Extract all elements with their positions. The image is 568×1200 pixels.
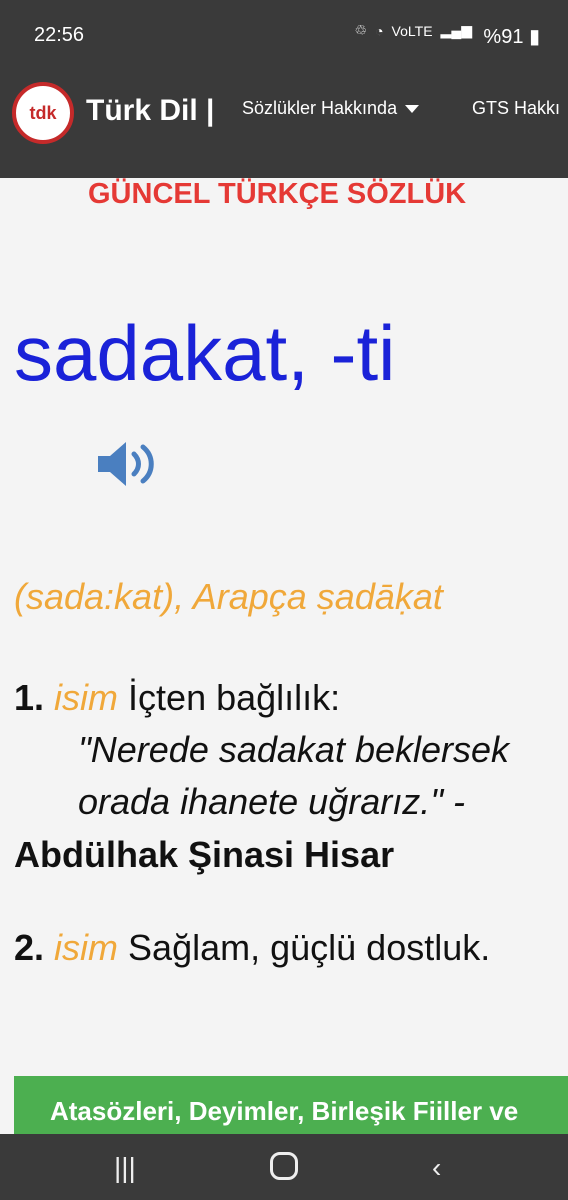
nav-gts-hakkinda[interactable]: GTS Hakkı	[472, 98, 560, 119]
headword: sadakat, -ti	[14, 309, 396, 397]
top-navigation: tdk Türk Dil | Sözlükler Hakkında GTS Ha…	[0, 58, 568, 178]
status-bar: 22:56 ♲ ◔ VoLTE ▂▄▆ %91 ▮	[0, 0, 568, 58]
sense-1: 1. isim İçten bağlılık: "Nerede sadakat …	[14, 672, 554, 881]
volte-icon: VoLTE	[391, 22, 433, 39]
part-of-speech: isim	[54, 927, 119, 968]
definition: İçten bağlılık:	[128, 677, 341, 718]
status-icons: ♲ ◔ VoLTE ▂▄▆	[355, 22, 472, 39]
sense-number: 2.	[14, 927, 45, 968]
nav-sozlukler-hakkinda[interactable]: Sözlükler Hakkında	[242, 98, 420, 119]
part-of-speech: isim	[54, 677, 119, 718]
chevron-down-icon	[405, 105, 420, 114]
home-icon[interactable]	[270, 1152, 298, 1180]
signal-icon: ▂▄▆	[440, 22, 472, 38]
recent-apps-icon[interactable]: |||	[114, 1152, 136, 1184]
tdk-logo[interactable]: tdk	[12, 82, 74, 144]
sense-number: 1.	[14, 677, 45, 718]
status-time: 22:56	[34, 24, 85, 46]
etymology: (sada:kat), Arapça ṣadāḳat	[14, 576, 443, 617]
recycle-icon: ♲	[354, 22, 368, 38]
battery-indicator: %91 ▮	[483, 26, 540, 48]
wifi-icon: ◔	[375, 22, 384, 39]
dictionary-title: GÜNCEL TÜRKÇE SÖZLÜK	[88, 178, 467, 210]
back-icon[interactable]: ‹	[432, 1152, 441, 1184]
quote-author: Abdülhak Şinasi Hisar	[14, 833, 395, 875]
dictionary-entry: GÜNCEL TÜRKÇE SÖZLÜK sadakat, -ti (sada:…	[0, 178, 568, 1148]
definition: Sağlam, güçlü dostluk.	[128, 927, 491, 968]
speaker-icon[interactable]	[96, 438, 160, 490]
system-navigation-bar: ||| ‹	[0, 1134, 568, 1200]
brand-title[interactable]: Türk Dil |	[86, 94, 214, 128]
sense-2: 2. isim Sağlam, güçlü dostluk.	[14, 922, 554, 974]
example-quote: "Nerede sadakat beklersek orada ihanete …	[78, 729, 510, 823]
